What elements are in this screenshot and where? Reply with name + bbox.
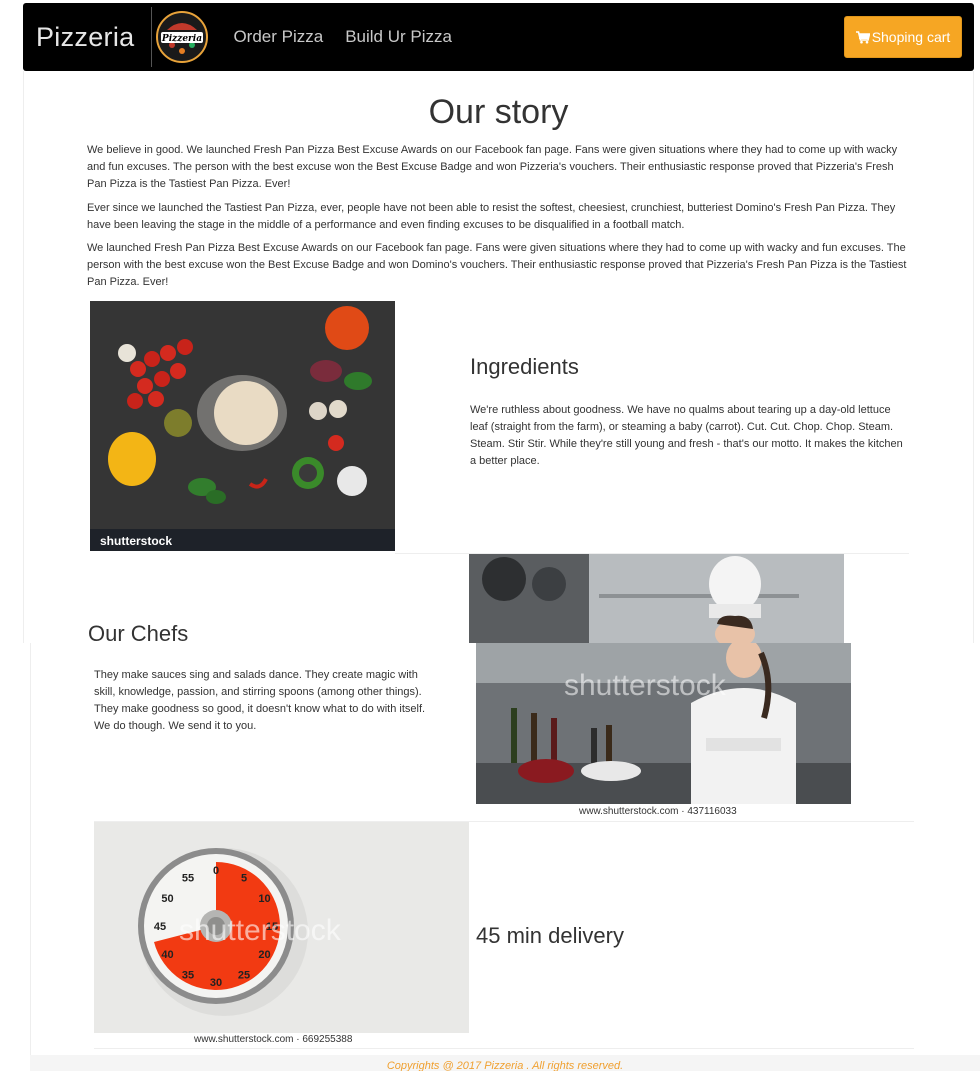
story-paragraph-1: We believe in good. We launched Fresh Pa… <box>87 144 898 190</box>
timer-number: 40 <box>161 949 173 961</box>
chefs-watermark: shutterstock <box>564 669 727 702</box>
timer-number: 45 <box>154 921 166 933</box>
chefs-image-caption: www.shutterstock.com · 437116033 <box>579 806 737 817</box>
copyright-text: Copyrights @ 2017 Pizzeria . All rights … <box>386 1060 624 1071</box>
footer: Copyrights @ 2017 Pizzeria . All rights … <box>30 1055 980 1071</box>
story-title: Our story <box>428 93 569 131</box>
story-paragraph-3: We launched Fresh Pan Pizza Best Excuse … <box>87 242 907 288</box>
timer-number: 50 <box>161 893 173 905</box>
chefs-title: Our Chefs <box>88 621 189 646</box>
pizzeria-logo[interactable]: Pizzeria <box>151 7 211 67</box>
ingredients-watermark: shutterstock <box>100 534 172 548</box>
shopping-cart-button[interactable]: Shoping cart <box>844 16 962 58</box>
story-paragraph-2: Ever since we launched the Tastiest Pan … <box>87 202 896 231</box>
chef-image-top <box>469 554 844 643</box>
timer-number: 35 <box>182 970 194 982</box>
timer-number: 5 <box>241 873 247 885</box>
timer-number: 25 <box>238 970 250 982</box>
delivery-image-caption: www.shutterstock.com · 669255388 <box>194 1034 353 1045</box>
kitchen-timer-illustration: 0510152025303540455055 shutterstock <box>94 822 469 1033</box>
chef-image-bottom: shutterstock <box>476 643 851 804</box>
navbar: Pizzeria Pizzeria Order Pizza Build Ur P… <box>23 3 974 71</box>
timer-number: 20 <box>258 949 270 961</box>
chefs-text: They make sauces sing and salads dance. … <box>94 669 426 732</box>
timer-number: 0 <box>213 865 219 877</box>
delivery-title: 45 min delivery <box>476 923 624 948</box>
ingredients-image: shutterstock <box>90 301 395 551</box>
ingredients-title: Ingredients <box>470 354 579 379</box>
ingredients-illustration: shutterstock <box>90 301 395 551</box>
timer-number: 10 <box>258 893 270 905</box>
ingredients-text: We're ruthless about goodness. We have n… <box>470 404 903 467</box>
cart-label: Shoping cart <box>871 29 951 45</box>
brand-name[interactable]: Pizzeria <box>36 22 134 53</box>
kitchen-top-illustration <box>469 554 844 643</box>
nav-build-pizza[interactable]: Build Ur Pizza <box>345 27 452 47</box>
divider-3 <box>94 1048 914 1049</box>
pizza-logo-icon: Pizzeria <box>155 11 208 63</box>
timer-number: 30 <box>210 977 222 989</box>
timer-image: 0 5 10 15 20 25 30 35 40 45 50 55 shutterstock <box>94 822 469 1033</box>
timer-number: 55 <box>182 873 194 885</box>
chef-illustration: shutterstock <box>476 643 851 804</box>
logo-text: Pizzeria <box>161 34 202 44</box>
cart-icon <box>855 30 870 43</box>
delivery-watermark: shutterstock <box>179 914 342 947</box>
nav-order-pizza[interactable]: Order Pizza <box>233 27 323 47</box>
